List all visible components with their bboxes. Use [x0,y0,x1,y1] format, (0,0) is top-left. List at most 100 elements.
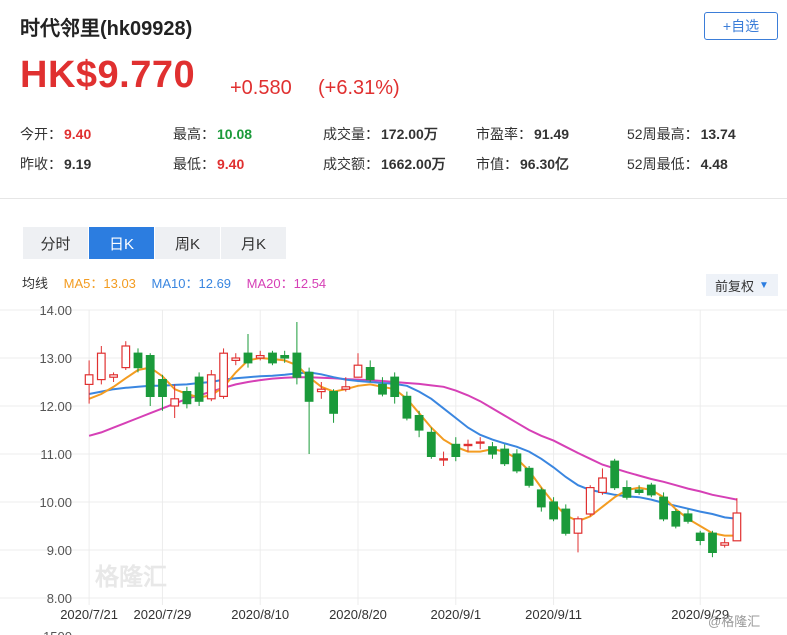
legend-ma20: MA20：12.54 [246,276,327,291]
tab-daily-k[interactable]: 日K [89,227,155,259]
y-tick-label-next: 1500 [43,629,72,635]
price-adjust-label: 前复权 [715,278,755,294]
candle-body [488,446,497,455]
candle-body [182,390,192,405]
price-change-percent: (+6.31%) [318,77,400,99]
legend-label: 均线 [22,276,49,291]
candle-body [549,501,558,520]
stat-prev-close: 昨收： 9.19 [20,156,92,172]
x-tick-label: 2020/7/21 [60,607,118,622]
candle-body [598,477,607,493]
y-tick-label: 14.00 [39,303,72,318]
candle-body [659,496,668,520]
candle-body [243,352,253,364]
stat-volume: 成交量： 172.00万 [323,126,438,142]
stock-title: 时代邻里(hk09928) [20,18,193,40]
candle-body [451,443,461,457]
candle-body [158,378,167,397]
candle-body [390,376,400,397]
stat-52w-high: 52周最高： 13.74 [627,126,736,142]
candle-body [304,371,314,402]
y-tick-label: 12.00 [39,399,72,414]
candle-body [121,345,131,369]
x-tick-label: 2020/8/20 [329,607,387,622]
y-tick-label: 13.00 [39,351,72,366]
y-tick-label: 8.00 [47,591,72,606]
corner-logo: @格隆汇 [708,614,761,629]
ma-legend: 均线 MA5：13.03 MA10：12.69 MA20：12.54 [22,273,338,292]
candle-body [255,354,265,359]
caret-down-icon: ▼ [759,279,769,291]
add-watchlist-button[interactable]: +自选 [704,12,778,40]
candle-body [206,374,216,400]
candle-body [524,467,534,486]
candle-body [292,352,302,378]
candle-body [316,388,326,393]
candle-body [585,487,595,515]
candle-body [353,364,363,378]
watermark: 格隆汇 [95,563,167,591]
candle-body [341,386,351,390]
stat-pe: 市盈率： 91.49 [476,126,570,142]
candle-body [84,374,94,386]
legend-ma10: MA10：12.69 [151,276,232,291]
candle-body [219,352,229,398]
candle-body [683,513,693,522]
stat-low: 最低： 9.40 [173,156,245,172]
stat-open: 今开： 9.40 [20,126,92,142]
x-tick-label: 2020/7/29 [134,607,192,622]
tab-monthly-k[interactable]: 月K [221,227,287,259]
candle-body [646,484,656,496]
candle-body [720,542,730,546]
candle-body [634,489,644,494]
candle-body [610,460,620,489]
kline-chart: 14.00 13.00 12.00 11.00 10.00 9.00 8.00 1500 202… [0,303,787,635]
candle-body [194,376,204,402]
candle-body [439,458,448,461]
current-price: HK$9.770 [20,54,196,96]
candle-body [573,518,583,534]
legend-ma5: MA5：13.03 [63,276,136,291]
x-tick-label: 2020/8/10 [231,607,289,622]
candle-body [671,511,681,527]
candle-body [365,366,375,381]
candle-body [329,390,338,414]
price-change: +0.580 [230,77,292,99]
candle-body [268,352,277,364]
candle-body [414,414,424,431]
stat-52w-low: 52周最低： 4.48 [627,156,728,172]
stat-high: 最高： 10.08 [173,126,253,142]
candle-body [708,532,717,553]
section-divider [0,198,787,199]
candle-body [170,398,180,407]
candle-body [695,532,705,541]
candle-body [402,395,412,419]
candle-body [96,352,106,381]
candle-body [732,512,742,542]
candle-body [231,357,241,362]
x-tick-label: 2020/9/1 [430,607,481,622]
price-adjust-dropdown[interactable]: 前复权 ▼ [706,274,778,296]
candle-body [475,441,485,444]
stat-turnover: 成交额： 1662.00万 [323,156,446,172]
candle-body [280,354,290,359]
period-tabs: 分时 日K 周K 月K [23,227,287,259]
stat-market-cap: 市值： 96.30亿 [476,156,570,172]
tab-weekly-k[interactable]: 周K [155,227,221,259]
y-tick-label: 11.00 [40,447,72,462]
candle-body [622,487,632,498]
x-tick-label: 2020/9/11 [525,607,582,622]
candle-body [109,374,119,378]
candle-body [133,352,143,369]
candle-body [426,431,436,457]
candle-body [463,443,473,447]
y-tick-label: 9.00 [47,543,72,558]
candle-body [561,508,571,534]
candle-body [500,448,510,465]
candle-body [145,354,155,397]
candle-body [512,453,522,472]
y-tick-label: 10.00 [39,495,72,510]
tab-intraday[interactable]: 分时 [23,227,89,259]
candle-body [378,383,387,395]
candle-body [536,489,546,508]
